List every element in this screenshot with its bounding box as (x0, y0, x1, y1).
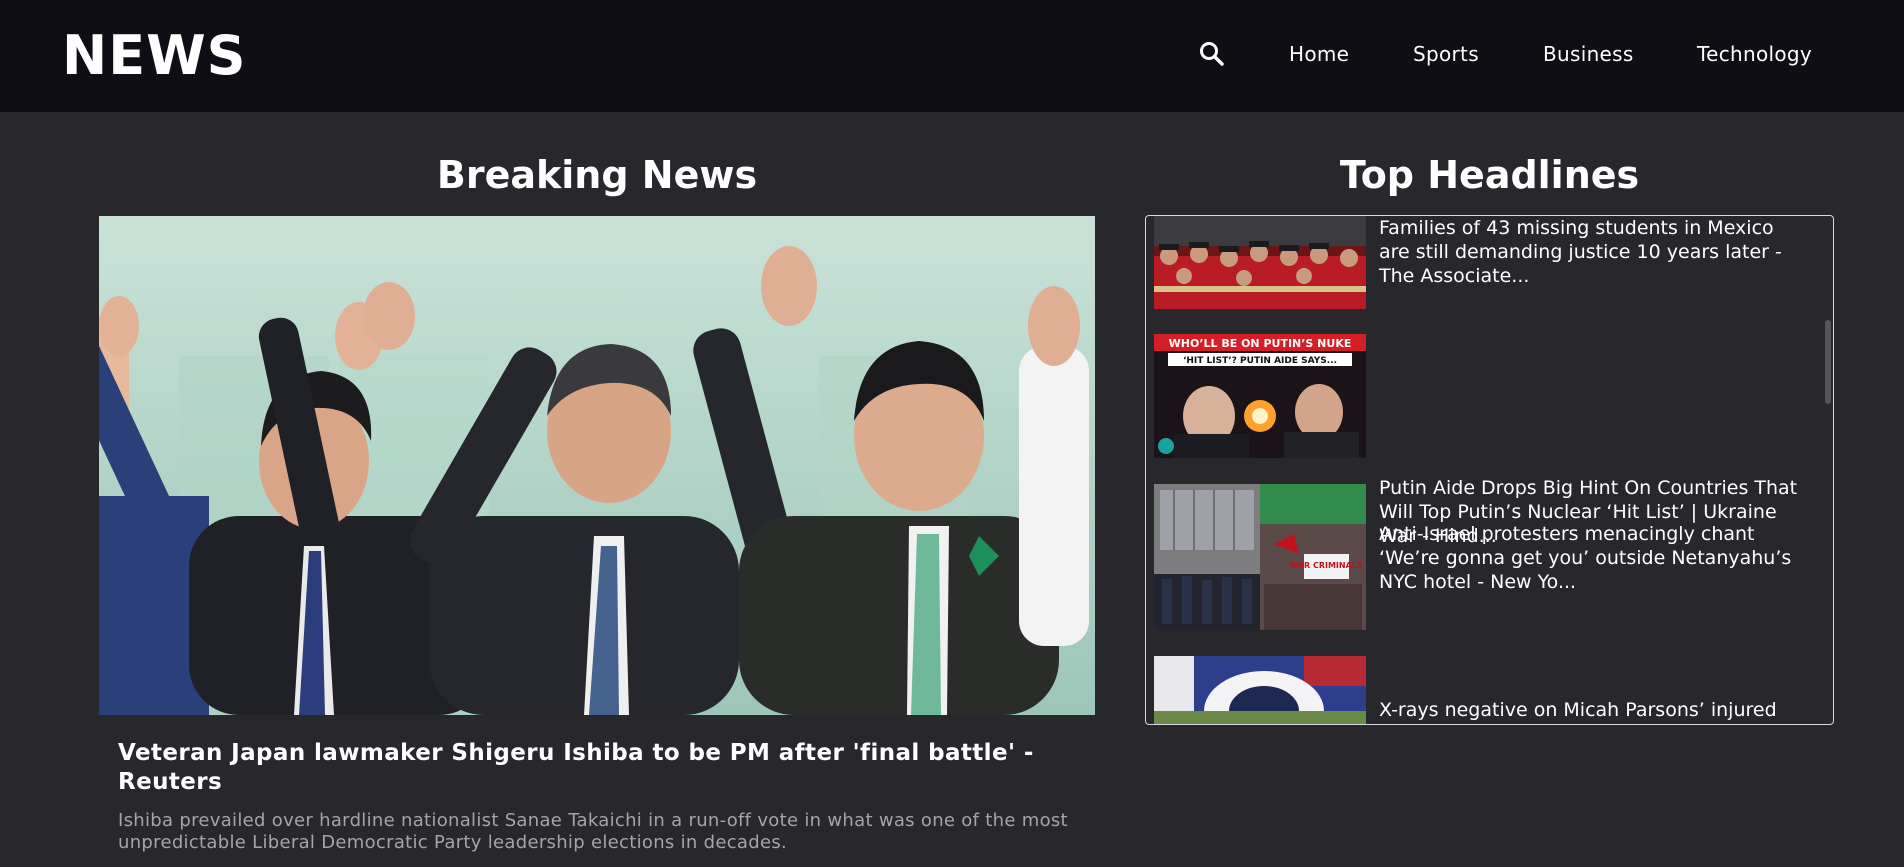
nav-home[interactable]: Home (1289, 42, 1349, 66)
nav-technology[interactable]: Technology (1697, 42, 1812, 66)
headline-item[interactable]: Families of 43 missing students in Mexic… (1154, 216, 1824, 312)
top-nav-bar: NEWS Home Sports Business Technology (0, 0, 1904, 112)
nav-sports[interactable]: Sports (1413, 42, 1479, 66)
nav-business[interactable]: Business (1543, 42, 1634, 66)
breaking-news-heading: Breaking News (436, 153, 758, 197)
headline-item[interactable]: WAR CRIMINALS Anti-Israel protesters men… (1154, 484, 1824, 631)
thumb-sub-text: ‘HIT LIST’? PUTIN AIDE SAYS... (1183, 356, 1337, 366)
headline-title[interactable]: X-rays negative on Micah Parsons’ injure… (1379, 698, 1809, 722)
search-icon[interactable] (1198, 40, 1226, 68)
headline-thumbnail: WHO’LL BE ON PUTIN’S NUKE ‘HIT LIST’? PU… (1154, 334, 1366, 458)
thumb-banner-text: WHO’LL BE ON PUTIN’S NUKE (1169, 337, 1352, 350)
headline-title[interactable]: Anti-Israel protesters menacingly chant … (1379, 522, 1809, 594)
headline-thumbnail (1154, 656, 1366, 724)
thumb-sign-text: WAR CRIMINALS (1289, 561, 1363, 570)
headline-title[interactable]: Families of 43 missing students in Mexic… (1379, 216, 1809, 288)
breaking-news-image[interactable] (99, 216, 1095, 715)
top-headlines-list[interactable]: Families of 43 missing students in Mexic… (1145, 215, 1834, 725)
headline-thumbnail (1154, 216, 1366, 309)
breaking-news-title[interactable]: Veteran Japan lawmaker Shigeru Ishiba to… (118, 739, 1078, 797)
breaking-news-description: Ishiba prevailed over hardline nationali… (118, 810, 1068, 853)
headlines-scrollbar[interactable] (1825, 320, 1831, 404)
site-logo[interactable]: NEWS (62, 26, 247, 86)
headline-thumbnail: WAR CRIMINALS (1154, 484, 1366, 630)
headline-item[interactable]: X-rays negative on Micah Parsons’ injure… (1154, 656, 1824, 724)
headline-item[interactable]: WHO’LL BE ON PUTIN’S NUKE ‘HIT LIST’? PU… (1154, 334, 1824, 547)
top-headlines-heading: Top Headlines (1339, 153, 1640, 197)
